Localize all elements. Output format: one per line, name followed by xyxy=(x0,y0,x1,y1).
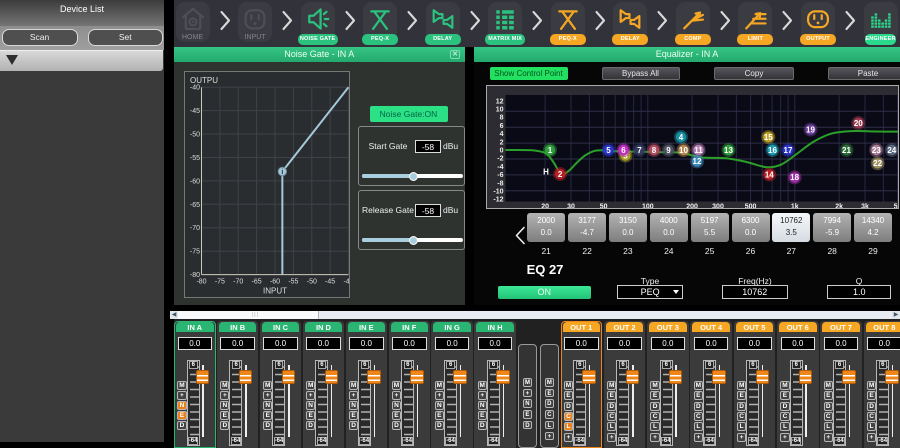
svg-text:8: 8 xyxy=(651,146,656,155)
svg-text:2: 2 xyxy=(499,139,503,146)
svg-text:-10: -10 xyxy=(493,189,503,196)
svg-text:-70: -70 xyxy=(233,279,243,286)
svg-text:20: 20 xyxy=(541,204,549,210)
svg-text:500: 500 xyxy=(744,204,756,210)
svg-text:2k: 2k xyxy=(835,204,843,210)
svg-text:10: 10 xyxy=(495,107,503,114)
svg-text:-6: -6 xyxy=(497,172,503,179)
svg-text:22: 22 xyxy=(873,159,882,168)
svg-text:12: 12 xyxy=(692,157,701,166)
svg-text:-8: -8 xyxy=(497,180,503,187)
svg-text:-40: -40 xyxy=(343,279,350,286)
svg-text:-75: -75 xyxy=(214,279,224,286)
svg-text:-70: -70 xyxy=(189,225,199,232)
svg-text:3k: 3k xyxy=(861,204,869,210)
svg-text:-55: -55 xyxy=(288,279,298,286)
svg-text:-2: -2 xyxy=(497,156,503,163)
svg-text:1k: 1k xyxy=(790,204,798,210)
svg-text:2: 2 xyxy=(557,170,562,179)
svg-text:4: 4 xyxy=(678,133,683,142)
svg-text:-45: -45 xyxy=(325,279,335,286)
svg-text:200: 200 xyxy=(686,204,698,210)
svg-text:4: 4 xyxy=(499,131,503,138)
svg-text:-65: -65 xyxy=(251,279,261,286)
svg-text:9: 9 xyxy=(666,146,671,155)
svg-text:23: 23 xyxy=(871,146,880,155)
svg-text:300: 300 xyxy=(712,204,724,210)
svg-text:11: 11 xyxy=(694,146,703,155)
svg-text:-50: -50 xyxy=(189,132,199,139)
svg-text:0: 0 xyxy=(499,148,503,155)
svg-text:6: 6 xyxy=(621,146,626,155)
svg-text:-65: -65 xyxy=(189,202,199,209)
svg-text:-55: -55 xyxy=(189,155,199,162)
svg-text:-75: -75 xyxy=(189,249,199,256)
svg-text:100: 100 xyxy=(641,204,653,210)
svg-text:-60: -60 xyxy=(269,279,279,286)
svg-text:OUTPU: OUTPU xyxy=(190,76,218,85)
svg-text:-45: -45 xyxy=(189,108,199,115)
svg-text:-50: -50 xyxy=(306,279,316,286)
svg-text:30: 30 xyxy=(567,204,575,210)
svg-text:-40: -40 xyxy=(189,85,199,92)
svg-text:-80: -80 xyxy=(196,279,206,286)
svg-text:5: 5 xyxy=(606,146,611,155)
svg-text:7: 7 xyxy=(637,146,642,155)
svg-text:24: 24 xyxy=(887,146,896,155)
svg-text:-4: -4 xyxy=(497,164,503,171)
svg-text:17: 17 xyxy=(783,146,792,155)
svg-text:5k: 5k xyxy=(893,204,898,210)
svg-text:i: i xyxy=(281,169,283,176)
svg-text:12: 12 xyxy=(495,98,503,105)
svg-text:6: 6 xyxy=(499,123,503,130)
svg-text:10: 10 xyxy=(679,146,688,155)
svg-text:50: 50 xyxy=(599,204,607,210)
svg-text:INPUT: INPUT xyxy=(263,287,287,296)
svg-text:18: 18 xyxy=(790,173,799,182)
svg-text:16: 16 xyxy=(768,146,777,155)
svg-text:1: 1 xyxy=(547,146,552,155)
svg-text:H: H xyxy=(543,168,549,177)
svg-text:20: 20 xyxy=(853,119,862,128)
svg-text:21: 21 xyxy=(842,146,851,155)
svg-text:14: 14 xyxy=(764,170,773,179)
svg-text:19: 19 xyxy=(806,125,815,134)
svg-text:8: 8 xyxy=(499,115,503,122)
svg-text:15: 15 xyxy=(763,133,772,142)
svg-text:-60: -60 xyxy=(189,178,199,185)
svg-text:-12: -12 xyxy=(493,197,503,204)
svg-text:13: 13 xyxy=(724,146,733,155)
